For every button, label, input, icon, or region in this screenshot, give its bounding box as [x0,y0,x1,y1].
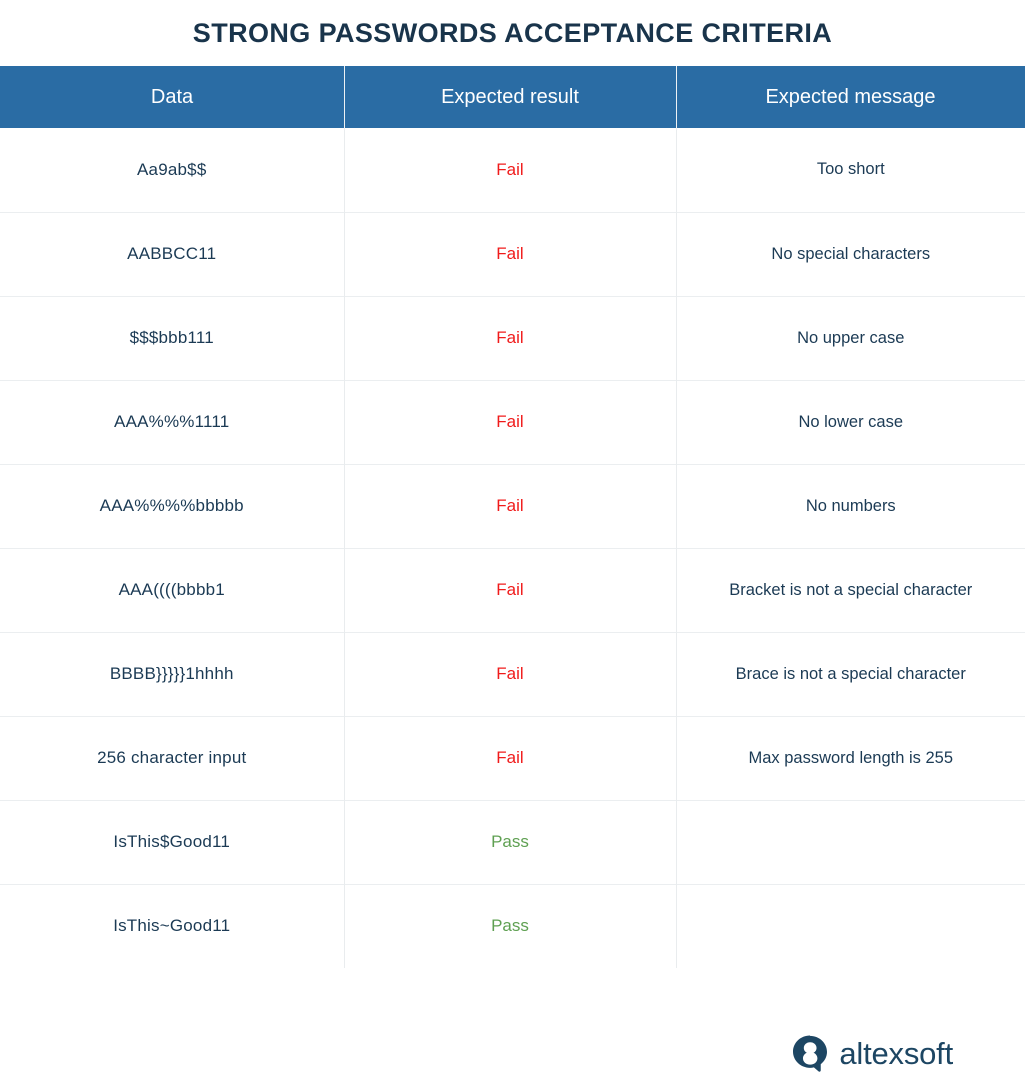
table-header: Data Expected result Expected message [0,66,1025,128]
cell-expected-result: Fail [343,295,676,380]
column-header-data: Data [0,66,344,128]
cell-expected-message: Max password length is 255 [675,715,1025,800]
cell-expected-result: Fail [343,379,676,464]
cell-expected-message: No special characters [675,211,1025,296]
column-header-expected-message: Expected message [676,66,1025,128]
cell-data: AAA((((bbbb1 [0,547,344,632]
cell-expected-message [675,799,1025,884]
status-badge-pass: Pass [491,832,529,851]
table-row: IsThis~Good11 Pass [0,883,1025,968]
status-badge-fail: Fail [496,244,524,263]
cell-data: IsThis$Good11 [0,799,344,884]
cell-expected-message: No lower case [675,379,1025,464]
cell-data: $$$bbb111 [0,295,344,380]
cell-data: AAA%%%1111 [0,379,344,464]
cell-data: AAA%%%%bbbbb [0,463,344,548]
table-row: $$$bbb111 Fail No upper case [0,295,1025,380]
cell-data: Aa9ab$$ [137,159,207,179]
status-badge-fail: Fail [496,328,524,347]
status-badge-fail: Fail [496,496,524,515]
cell-expected-message: No numbers [675,463,1025,548]
cell-data: BBBB}}}}}1hhhh [0,631,344,716]
cell-expected-message: Too short [675,128,1025,212]
status-badge-fail: Fail [496,664,524,683]
table-body: Aa9ab$$ Fail Too short AABBCC11 Fail No … [0,128,1025,968]
page-title: STRONG PASSWORDS ACCEPTANCE CRITERIA [192,18,833,48]
cell-expected-result: Fail [343,547,676,632]
cell-expected-result: Pass [343,799,676,884]
cell-expected-result: Fail [343,715,676,800]
table-row: IsThis$Good11 Pass [0,799,1025,884]
cell-expected-result: Pass [343,883,676,968]
status-badge-fail: Fail [496,412,524,431]
cell-data: IsThis~Good11 [0,883,344,968]
cell-expected-result: Fail [343,211,676,296]
table-row: Aa9ab$$ Fail Too short [0,128,1025,212]
status-badge-pass: Pass [491,916,529,936]
infographic-page: STRONG PASSWORDS ACCEPTANCE CRITERIA Dat… [0,0,1025,1090]
table-row: AABBCC11 Fail No special characters [0,211,1025,296]
brand-name: altexsoft [839,1035,953,1071]
table-row: AAA%%%1111 Fail No lower case [0,379,1025,464]
status-badge-fail: Fail [496,748,524,767]
status-badge-fail: Fail [496,159,524,179]
status-badge-fail: Fail [496,580,524,599]
cell-expected-message: No upper case [675,295,1025,380]
cell-expected-message: Brace is not a special character [675,631,1025,716]
table-header-row: Data Expected result Expected message [0,66,1025,128]
table-row: AAA%%%%bbbbb Fail No numbers [0,463,1025,548]
cell-expected-message: Bracket is not a special character [675,547,1025,632]
column-header-expected-result: Expected result [344,66,676,128]
cell-data: AABBCC11 [0,211,344,296]
cell-expected-result: Fail [343,128,676,212]
cell-expected-result: Fail [343,463,676,548]
cell-data: 256 character input [0,715,344,800]
cell-expected-result: Fail [343,631,676,716]
acceptance-criteria-table: Data Expected result Expected message Aa… [0,66,1025,968]
table-row: 256 character input Fail Max password le… [0,715,1025,800]
cell-expected-message [675,883,1025,968]
altexsoft-speech-bubble-icon [793,1035,828,1072]
footer-branding: altexsoft [791,1034,953,1072]
table-row: AAA((((bbbb1 Fail Bracket is not a speci… [0,547,1025,632]
table-row: BBBB}}}}}1hhhh Fail Brace is not a speci… [0,631,1025,716]
